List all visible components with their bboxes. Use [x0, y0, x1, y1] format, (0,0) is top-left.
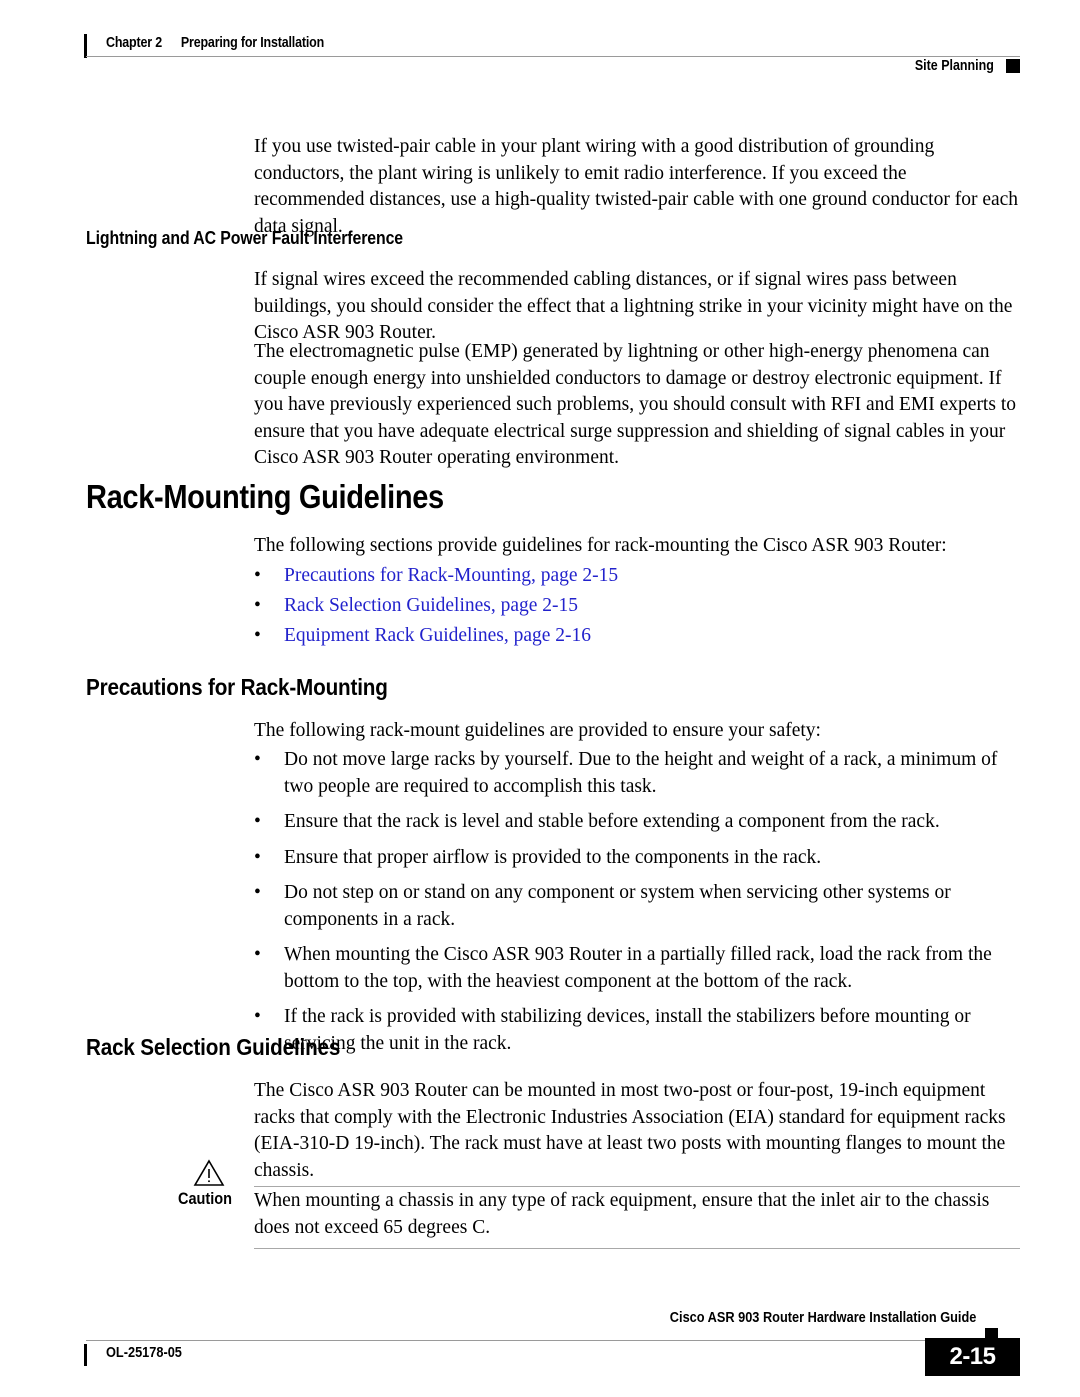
header-marker-square [1006, 59, 1020, 73]
bullet-icon: • [254, 882, 261, 903]
footer-document-id: OL-25178-05 [106, 1345, 182, 1361]
list-item[interactable]: • Precautions for Rack-Mounting, page 2-… [254, 563, 1020, 590]
bullet-icon: • [254, 595, 261, 616]
list-item-text: If the rack is provided with stabilizing… [284, 1006, 971, 1054]
list-item-text: Ensure that proper airflow is provided t… [284, 846, 822, 868]
document-page: Chapter 2 Preparing for Installation Site… [0, 0, 1080, 1397]
page-footer: Cisco ASR 903 Router Hardware Installati… [84, 1310, 1020, 1380]
list-item-text: When mounting the Cisco ASR 903 Router i… [284, 944, 992, 992]
footer-guide-title: Cisco ASR 903 Router Hardware Installati… [669, 1310, 976, 1326]
footer-rule [86, 1340, 996, 1341]
lightning-paragraph-2-block: The electromagnetic pulse (EMP) generate… [254, 339, 1020, 472]
warning-triangle-icon [192, 1158, 226, 1188]
cross-reference-link[interactable]: Rack Selection Guidelines, page 2-15 [284, 593, 1020, 620]
bullet-icon: • [254, 1006, 261, 1027]
precautions-intro-block: The following rack-mount guidelines are … [254, 718, 1020, 745]
intro-paragraph-block: If you use twisted-pair cable in your pl… [254, 134, 1020, 240]
bullet-icon: • [254, 811, 261, 832]
footer-page-number: 2-15 [925, 1338, 1020, 1376]
list-item-text: Ensure that the rack is level and stable… [284, 811, 940, 832]
caution-rule-bottom [254, 1248, 1020, 1249]
lightning-paragraph-1: If signal wires exceed the recommended c… [254, 269, 1013, 343]
header-section: Site Planning [915, 58, 994, 74]
bullet-icon: • [254, 625, 261, 646]
lightning-paragraph-1-block: If signal wires exceed the recommended c… [254, 267, 1020, 347]
header-chapter-number: Chapter 2 [106, 35, 162, 51]
heading-rack-selection-guidelines: Rack Selection Guidelines [86, 1034, 341, 1060]
precautions-bullet-list: • Do not move large racks by yourself. D… [254, 747, 1020, 1057]
bullet-icon: • [254, 749, 261, 770]
bullet-icon: • [254, 565, 261, 586]
list-item-text: Do not step on or stand on any component… [284, 882, 951, 930]
header-chapter: Chapter 2 Preparing for Installation [106, 35, 324, 51]
list-item: • Do not step on or stand on any compone… [254, 880, 1020, 933]
header-left-tick [84, 34, 87, 58]
cross-reference-link[interactable]: Precautions for Rack-Mounting, page 2-15 [284, 563, 1020, 590]
rack-mounting-link-list: • Precautions for Rack-Mounting, page 2-… [254, 563, 1020, 650]
heading-lightning-ac-power-fault: Lightning and AC Power Fault Interferenc… [86, 228, 404, 248]
caution-label: Caution [178, 1190, 233, 1208]
list-item: • Do not move large racks by yourself. D… [254, 747, 1020, 800]
list-item: • When mounting the Cisco ASR 903 Router… [254, 942, 1020, 995]
header-rule [86, 56, 1020, 57]
list-item: • If the rack is provided with stabilizi… [254, 1004, 1020, 1057]
heading-precautions-for-rack-mounting: Precautions for Rack-Mounting [86, 674, 388, 700]
header-chapter-title: Preparing for Installation [180, 35, 325, 51]
bullet-icon: • [254, 944, 261, 965]
lightning-paragraph-2: The electromagnetic pulse (EMP) generate… [254, 341, 1016, 468]
list-item-text: Do not move large racks by yourself. Due… [284, 749, 998, 797]
footer-left-tick [84, 1344, 87, 1366]
list-item: • Ensure that proper airflow is provided… [254, 845, 1020, 872]
intro-paragraph: If you use twisted-pair cable in your pl… [254, 136, 1019, 237]
caution-admonition: Caution When mounting a chassis in any t… [178, 1156, 1020, 1256]
list-item[interactable]: • Equipment Rack Guidelines, page 2-16 [254, 623, 1020, 650]
caution-text: When mounting a chassis in any type of r… [254, 1190, 990, 1238]
list-item[interactable]: • Rack Selection Guidelines, page 2-15 [254, 593, 1020, 620]
list-item: • Ensure that the rack is level and stab… [254, 809, 1020, 836]
rack-mounting-intro: The following sections provide guideline… [254, 535, 947, 556]
cross-reference-link[interactable]: Equipment Rack Guidelines, page 2-16 [284, 623, 1020, 650]
bullet-icon: • [254, 846, 261, 868]
rack-mounting-intro-block: The following sections provide guideline… [254, 533, 1020, 560]
heading-rack-mounting-guidelines: Rack-Mounting Guidelines [86, 478, 444, 515]
page-header: Chapter 2 Preparing for Installation Site… [84, 30, 1020, 74]
caution-rule-top [254, 1186, 1020, 1187]
precautions-intro: The following rack-mount guidelines are … [254, 720, 821, 741]
